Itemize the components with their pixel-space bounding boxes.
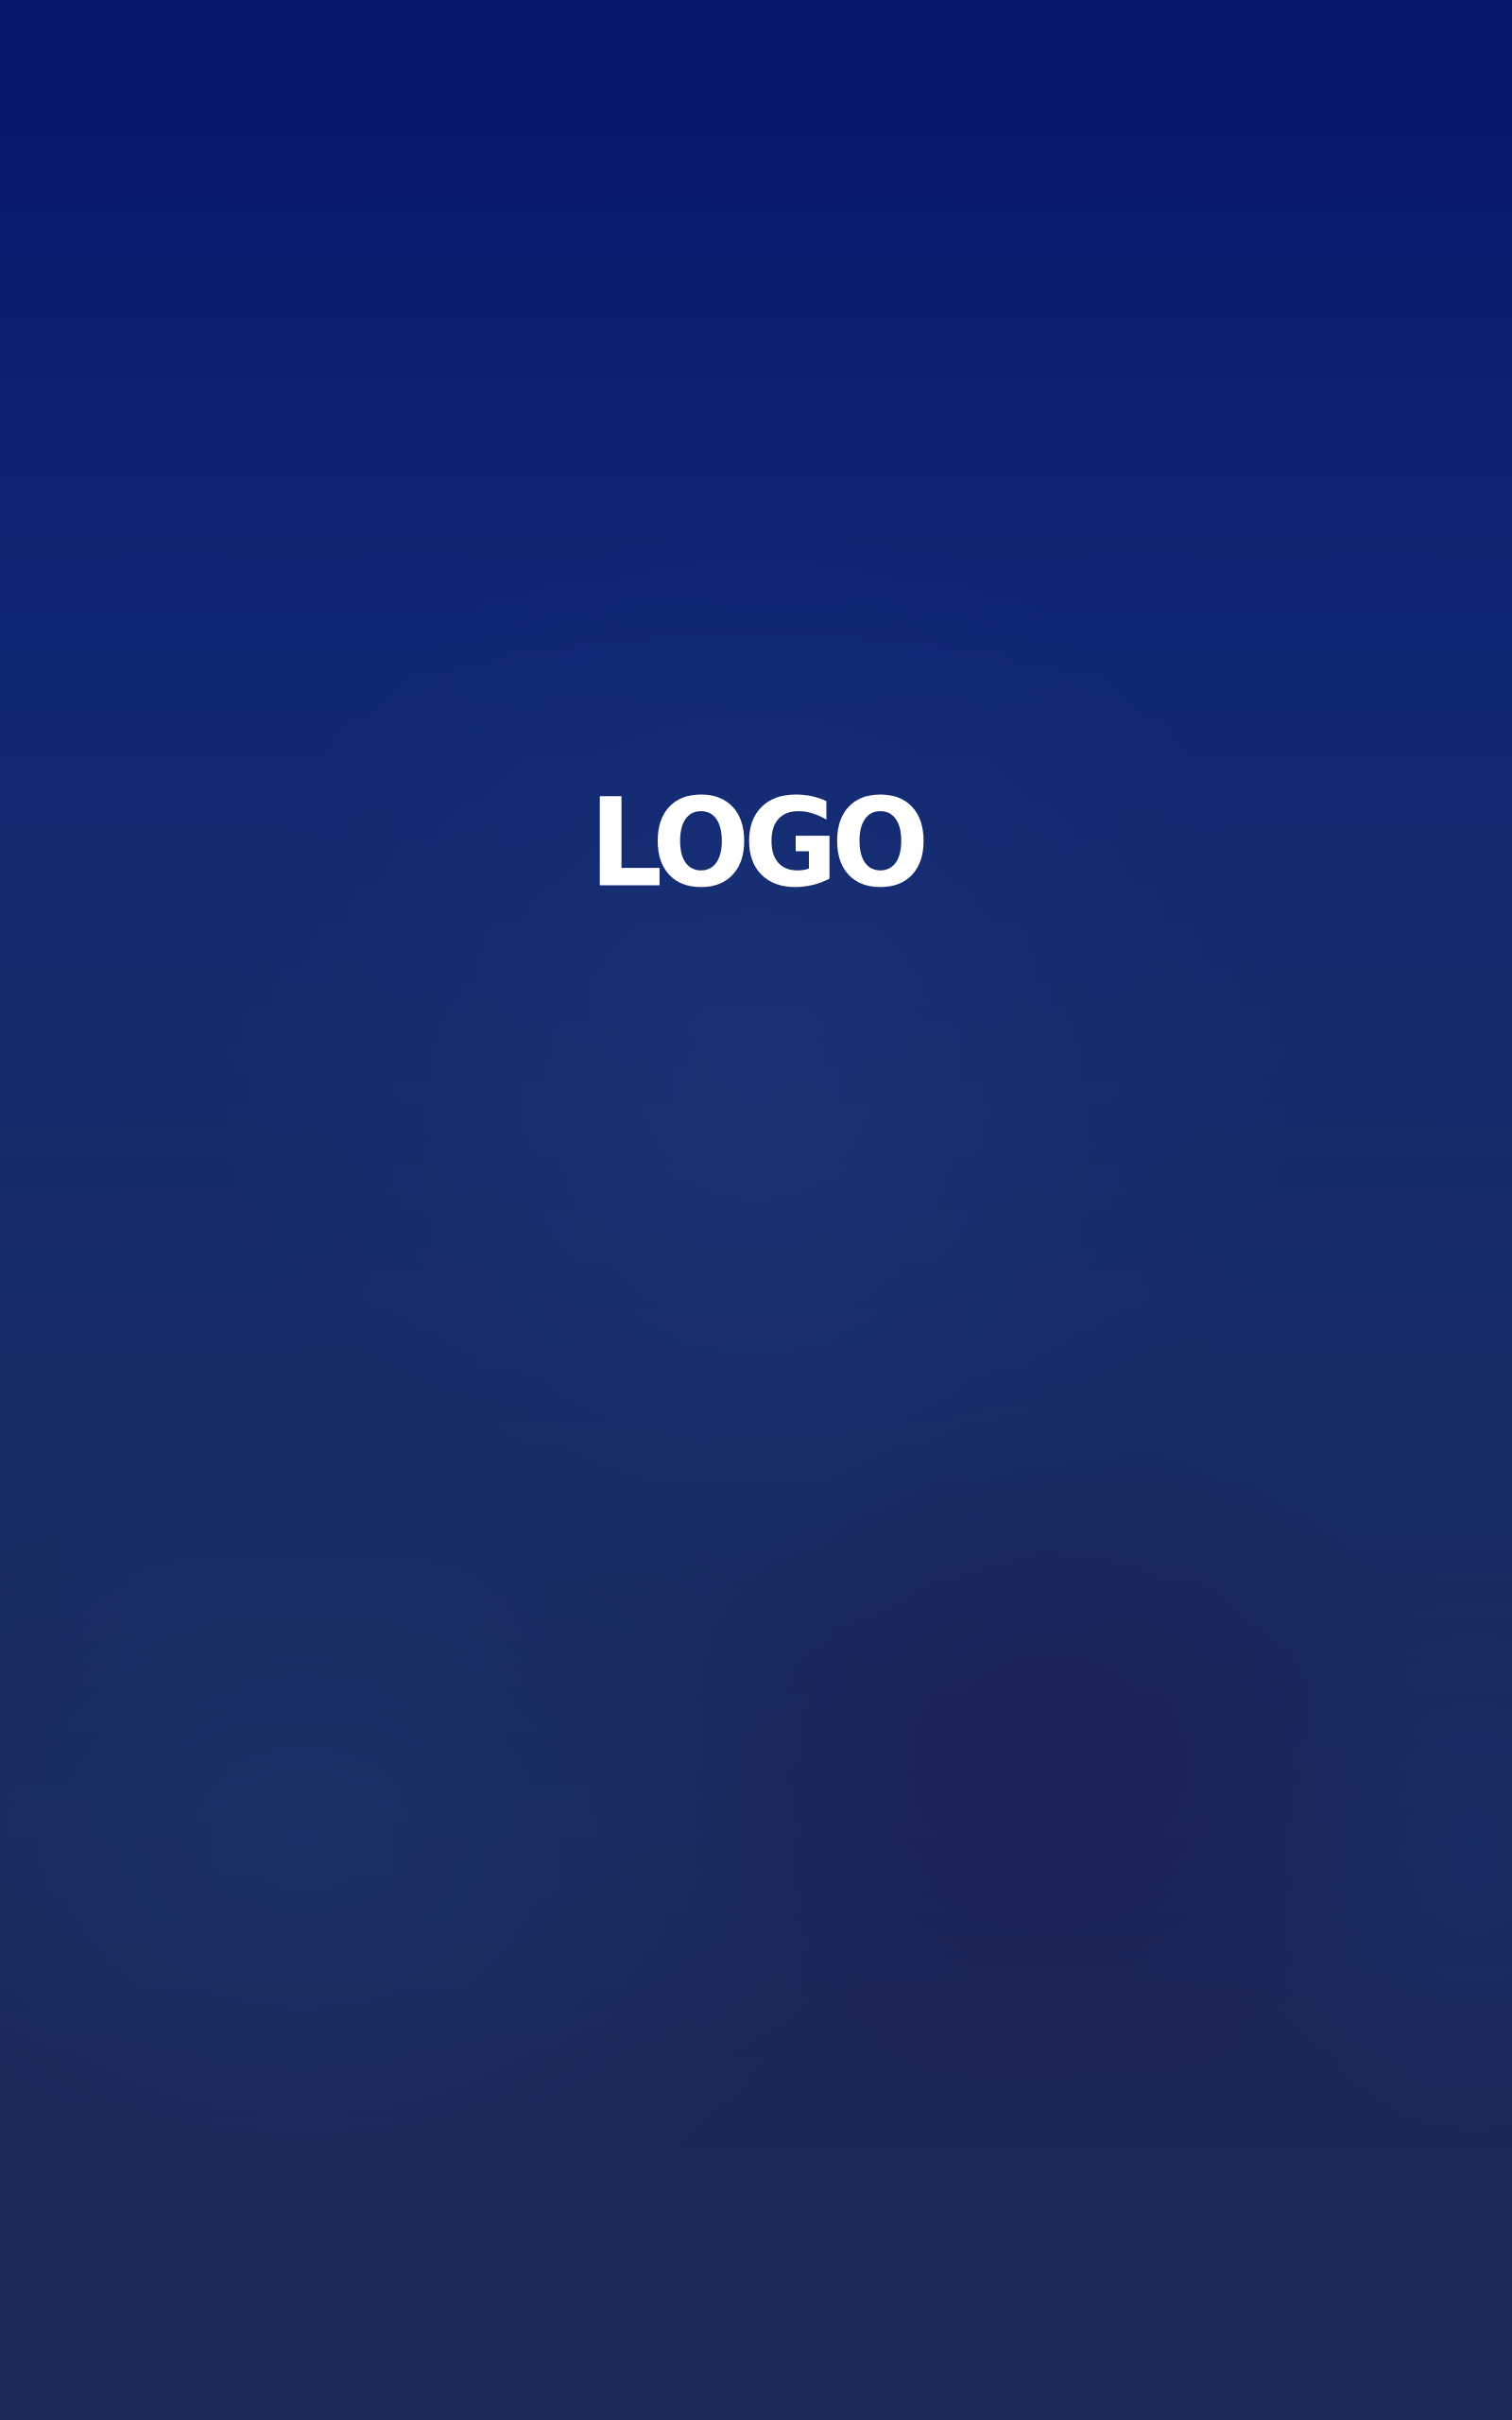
background-top-shade [0,0,1512,397]
splash-screen: LOGO [0,0,1512,2420]
background-right-edge-glow [1247,1569,1512,2155]
background-center-glow [227,529,1285,1626]
background-lower-left-glow [0,1418,850,2269]
app-logo: LOGO [589,771,930,915]
background-lower-right-shade [662,1399,1436,2118]
